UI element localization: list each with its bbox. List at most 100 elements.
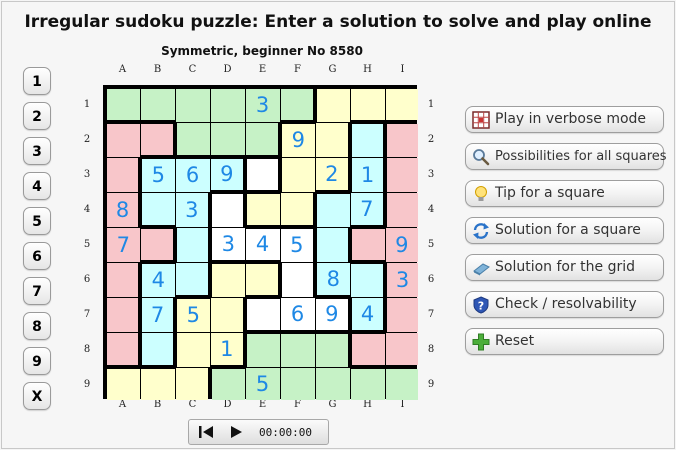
cell-b4[interactable]	[142, 192, 175, 225]
cell-e5[interactable]: 4	[245, 229, 280, 260]
cell-i3[interactable]	[387, 157, 418, 192]
cell-d6[interactable]	[212, 264, 245, 297]
solution-for-the-grid-button[interactable]: Solution for the grid	[465, 254, 664, 281]
cell-e3[interactable]	[247, 159, 278, 190]
cell-h2[interactable]	[352, 124, 383, 157]
cell-h6[interactable]	[350, 264, 383, 297]
cell-d5[interactable]: 3	[212, 227, 245, 260]
cell-g6[interactable]: 8	[317, 262, 350, 295]
number-button-7[interactable]: 7	[23, 277, 51, 305]
tip-for-a-square-button[interactable]: Tip for a square	[465, 180, 664, 207]
number-button-2[interactable]: 2	[23, 102, 51, 130]
cell-h4[interactable]: 7	[350, 192, 383, 225]
cell-d2[interactable]	[210, 122, 245, 155]
solution-for-a-square-button[interactable]: Solution for a square	[465, 217, 664, 244]
possibilities-for-all-squares-button[interactable]: Possibilities for all squares	[465, 143, 667, 170]
cell-a5[interactable]: 7	[107, 227, 140, 262]
cell-a2[interactable]	[107, 124, 140, 157]
cell-h1[interactable]	[350, 89, 385, 120]
cell-h7[interactable]: 4	[352, 297, 383, 330]
cell-f4[interactable]	[280, 192, 313, 225]
cell-d3[interactable]: 9	[210, 159, 243, 190]
cell-g1[interactable]	[317, 89, 350, 122]
cell-e4[interactable]	[247, 194, 280, 225]
cell-f6[interactable]	[282, 262, 313, 297]
cell-i4[interactable]	[387, 192, 418, 227]
cell-f1[interactable]	[280, 89, 313, 120]
cell-i2[interactable]	[387, 124, 418, 157]
reset-button[interactable]: Reset	[465, 328, 664, 355]
cell-e9[interactable]: 5	[245, 367, 280, 400]
cell-e1[interactable]: 3	[245, 89, 280, 122]
cell-a4[interactable]: 8	[107, 192, 138, 227]
cell-g8[interactable]	[315, 334, 348, 367]
cell-c7[interactable]: 5	[177, 299, 210, 332]
cell-a1[interactable]	[107, 89, 140, 120]
number-button-1[interactable]: 1	[23, 67, 51, 95]
number-button-3[interactable]: 3	[23, 137, 51, 165]
cell-b9[interactable]	[140, 369, 175, 400]
cell-e2[interactable]	[245, 122, 278, 155]
cell-a8[interactable]	[107, 332, 138, 365]
cell-e8[interactable]	[247, 334, 280, 367]
play-in-verbose-mode-button[interactable]: Play in verbose mode	[465, 106, 664, 133]
cell-b8[interactable]	[142, 332, 173, 365]
cell-i5[interactable]: 9	[385, 227, 418, 262]
cell-g5[interactable]	[317, 227, 348, 262]
cell-d4[interactable]	[212, 194, 243, 227]
cell-c3[interactable]: 6	[175, 159, 210, 192]
cell-f9[interactable]	[280, 367, 315, 400]
cell-c1[interactable]	[175, 89, 210, 122]
cell-a3[interactable]	[107, 157, 138, 192]
cell-c5[interactable]	[177, 227, 208, 262]
cell-d9[interactable]	[212, 369, 245, 400]
cell-a9[interactable]	[107, 369, 140, 400]
number-button-4[interactable]: 4	[23, 172, 51, 200]
cell-c6[interactable]	[175, 262, 208, 295]
cell-g3[interactable]: 2	[315, 157, 348, 190]
cell-i9[interactable]	[385, 369, 418, 400]
cell-d7[interactable]	[210, 297, 243, 332]
cell-b7[interactable]: 7	[142, 297, 173, 332]
check-resolvability-button[interactable]: ? Check / resolvability	[465, 291, 664, 318]
cell-f7[interactable]: 6	[280, 297, 315, 330]
cell-f2[interactable]: 9	[282, 124, 315, 157]
cell-c9[interactable]	[175, 367, 208, 400]
cell-b3[interactable]: 5	[142, 159, 175, 192]
number-button-9[interactable]: 9	[23, 347, 51, 375]
cell-e7[interactable]	[247, 299, 280, 330]
cell-d8[interactable]: 1	[210, 332, 243, 365]
rewind-button[interactable]	[195, 423, 217, 441]
number-button-8[interactable]: 8	[23, 312, 51, 340]
cell-b6[interactable]: 4	[142, 264, 175, 297]
cell-g7[interactable]: 9	[315, 299, 348, 330]
cell-f5[interactable]: 5	[280, 229, 313, 262]
play-button[interactable]	[225, 423, 247, 441]
cell-g4[interactable]	[317, 194, 350, 227]
cell-d1[interactable]	[210, 89, 245, 122]
cell-g2[interactable]	[315, 122, 348, 157]
clear-button[interactable]: X	[23, 382, 51, 410]
cell-h3[interactable]: 1	[352, 157, 383, 192]
cell-h5[interactable]	[352, 229, 385, 260]
cell-i6[interactable]: 3	[387, 262, 418, 297]
number-button-6[interactable]: 6	[23, 242, 51, 270]
cell-i1[interactable]	[385, 89, 418, 120]
cell-c4[interactable]: 3	[175, 192, 208, 227]
cell-e6[interactable]	[245, 264, 278, 295]
cell-b2[interactable]	[140, 124, 173, 155]
number-button-5[interactable]: 5	[23, 207, 51, 235]
cell-c2[interactable]	[177, 122, 210, 155]
cell-b1[interactable]	[140, 89, 175, 120]
cell-h8[interactable]	[352, 334, 385, 365]
cell-b5[interactable]	[140, 229, 173, 260]
cell-g9[interactable]	[315, 367, 350, 400]
cell-c8[interactable]	[177, 332, 210, 367]
cell-f3[interactable]	[282, 157, 315, 192]
cell-h9[interactable]	[350, 369, 385, 400]
cell-i8[interactable]	[385, 332, 418, 365]
cell-a6[interactable]	[107, 262, 138, 297]
cell-f8[interactable]	[280, 334, 315, 367]
cell-i7[interactable]	[387, 297, 418, 332]
cell-a7[interactable]	[107, 297, 138, 332]
